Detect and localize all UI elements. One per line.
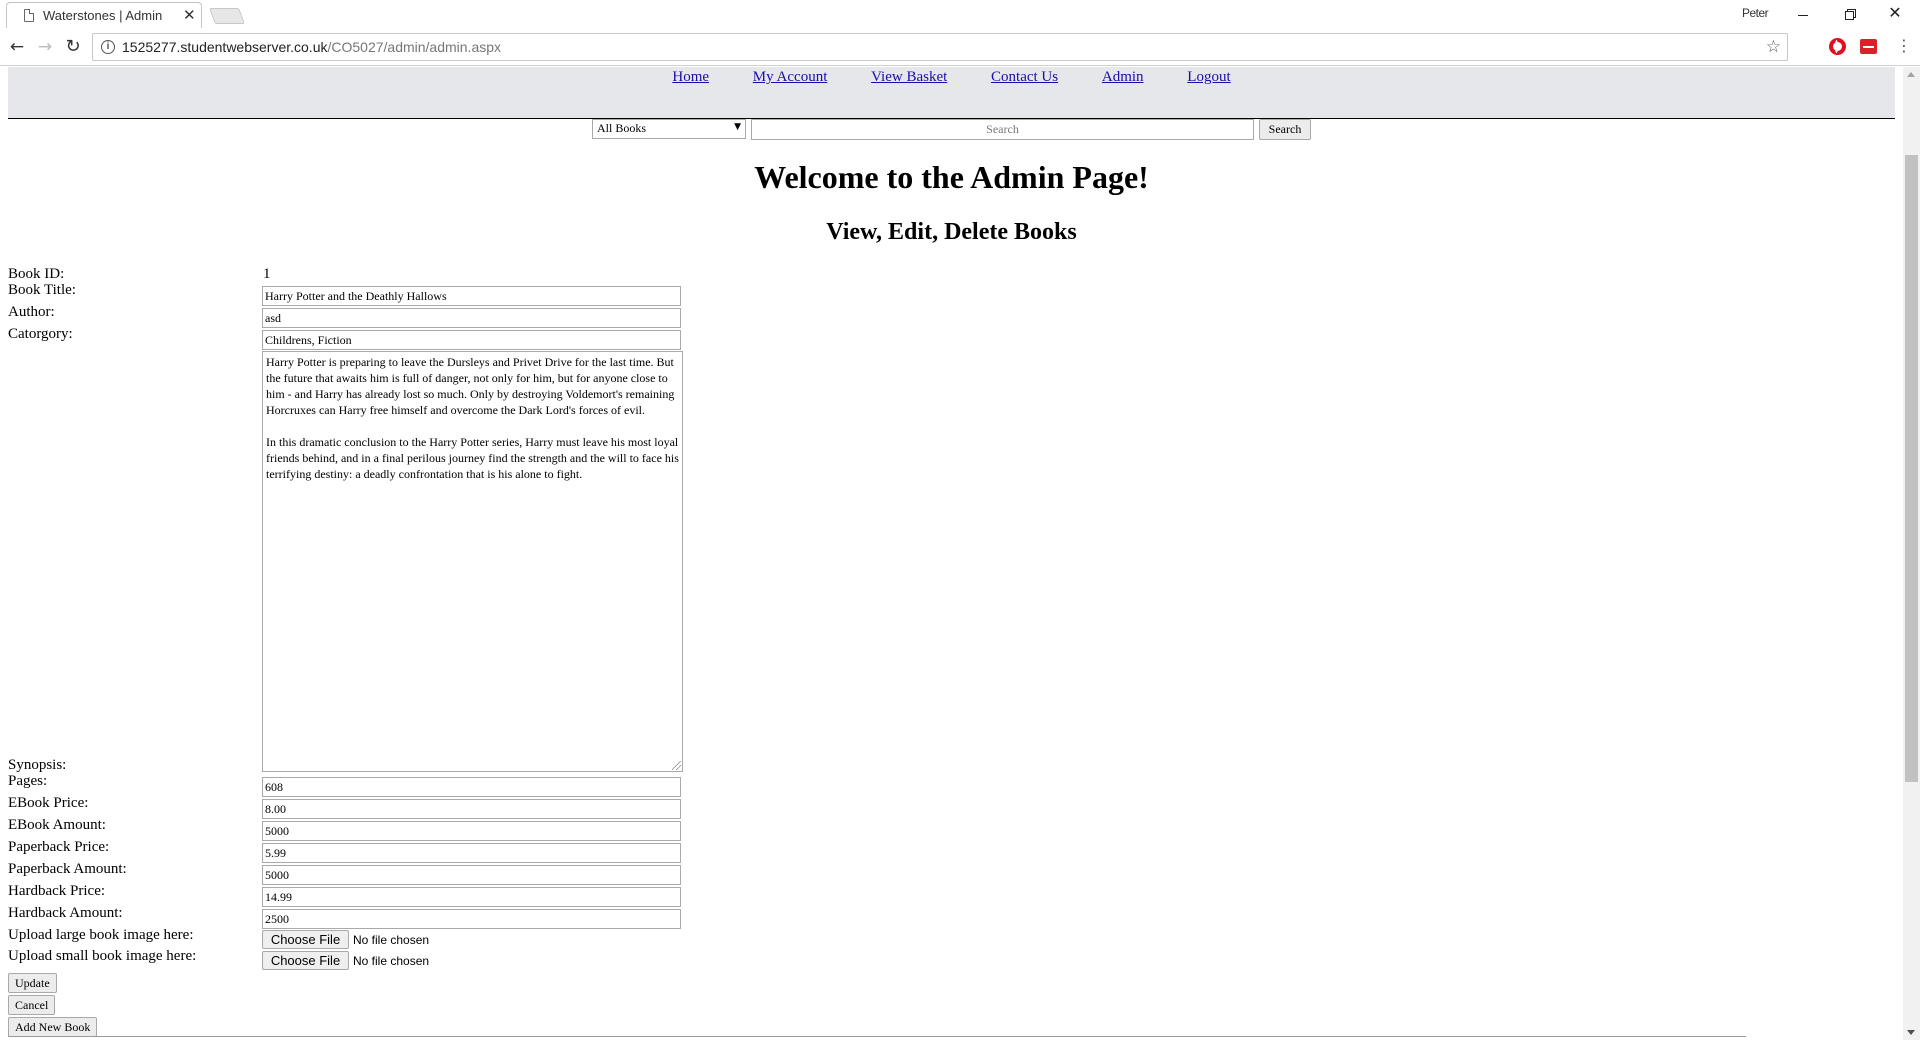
dropdown-arrow-icon: ▼: [734, 122, 741, 132]
label-upload-small: Upload small book image here:: [8, 948, 197, 964]
category-select[interactable]: All Books ▼: [592, 119, 746, 139]
tab-title: Waterstones | Admin: [43, 8, 163, 23]
address-bar[interactable]: i 1525277.studentwebserver.co.uk/CO5027/…: [92, 33, 1788, 61]
label-book-title: Book Title:: [8, 282, 76, 298]
small-image-status: No file chosen: [353, 954, 430, 968]
book-title-field[interactable]: Harry Potter and the Deathly Hallows: [262, 286, 681, 306]
search-button[interactable]: Search: [1259, 119, 1311, 140]
pages-field[interactable]: 608: [262, 777, 681, 797]
info-icon[interactable]: i: [101, 40, 115, 54]
book-id-value: 1: [263, 266, 271, 282]
nav-link-home[interactable]: Home: [672, 69, 709, 85]
label-pages: Pages:: [8, 773, 48, 789]
restore-button[interactable]: [1826, 0, 1872, 28]
label-upload-large: Upload large book image here:: [8, 927, 194, 943]
reload-icon[interactable]: ↻: [62, 36, 84, 58]
nav-link-admin[interactable]: Admin: [1102, 69, 1144, 85]
page-icon: [24, 9, 34, 22]
choose-small-image-button[interactable]: Choose File: [262, 951, 349, 970]
paperback-price-field[interactable]: 5.99: [262, 843, 681, 863]
new-tab-button[interactable]: [209, 8, 245, 24]
extension-icon[interactable]: [1860, 39, 1877, 54]
tab-close-icon[interactable]: ✕: [183, 6, 196, 24]
update-button[interactable]: Update: [8, 973, 57, 993]
choose-large-image-button[interactable]: Choose File: [262, 930, 349, 949]
hardback-price-field[interactable]: 14.99: [262, 887, 681, 907]
synopsis-paragraph: Harry Potter is preparing to leave the D…: [266, 355, 675, 417]
nav-link-contact-us[interactable]: Contact Us: [991, 69, 1058, 85]
restore-icon: [1844, 10, 1854, 20]
browser-menu-icon[interactable]: ⋮: [1896, 36, 1912, 56]
label-paperback-amount: Paperback Amount:: [8, 861, 127, 877]
scroll-down-icon[interactable]: [1907, 1030, 1915, 1035]
site-nav: Home My Account View Basket Contact Us A…: [8, 69, 1895, 86]
label-paperback-price: Paperback Price:: [8, 839, 110, 855]
window-close-button[interactable]: ✕: [1872, 0, 1918, 28]
add-new-book-button[interactable]: Add New Book: [8, 1017, 98, 1037]
label-author: Author:: [8, 304, 55, 320]
synopsis-paragraph: In this dramatic conclusion to the Harry…: [266, 435, 679, 481]
forward-arrow-icon[interactable]: →: [34, 36, 56, 58]
hardback-amount-field[interactable]: 2500: [262, 909, 681, 929]
ebook-price-field[interactable]: 8.00: [262, 799, 681, 819]
url-text[interactable]: 1525277.studentwebserver.co.uk/CO5027/ad…: [122, 39, 501, 55]
page-title: Welcome to the Admin Page!: [754, 159, 1149, 195]
label-hardback-amount: Hardback Amount:: [8, 905, 123, 921]
profile-name[interactable]: Peter: [1742, 6, 1769, 20]
synopsis-textarea[interactable]: Harry Potter is preparing to leave the D…: [262, 351, 683, 772]
url-domain: 1525277.studentwebserver.co.uk: [122, 39, 328, 55]
scroll-up-icon[interactable]: [1907, 72, 1915, 77]
minimize-button[interactable]: [1780, 0, 1826, 28]
nav-link-my-account[interactable]: My Account: [753, 69, 828, 85]
browser-tab[interactable]: Waterstones | Admin ✕: [6, 2, 202, 28]
back-arrow-icon[interactable]: ←: [6, 36, 28, 58]
site-header: Home My Account View Basket Contact Us A…: [8, 67, 1895, 119]
cancel-button[interactable]: Cancel: [8, 995, 56, 1015]
browser-toolbar: ← → ↻ i 1525277.studentwebserver.co.uk/C…: [0, 28, 1920, 66]
label-synopsis: Synopsis:: [8, 757, 67, 773]
opera-extension-icon[interactable]: [1829, 38, 1846, 55]
divider: [8, 1036, 1746, 1037]
bookmark-star-icon[interactable]: ☆: [1766, 37, 1781, 57]
paperback-amount-field[interactable]: 5000: [262, 865, 681, 885]
ebook-amount-field[interactable]: 5000: [262, 821, 681, 841]
page-subtitle: View, Edit, Delete Books: [826, 219, 1077, 245]
large-image-status: No file chosen: [353, 933, 430, 947]
browser-tab-bar: Waterstones | Admin ✕ Peter ✕: [0, 0, 1920, 28]
label-hardback-price: Hardback Price:: [8, 883, 106, 899]
page-scrollbar[interactable]: [1903, 67, 1920, 1040]
author-field[interactable]: asd: [262, 308, 681, 328]
label-ebook-price: EBook Price:: [8, 795, 89, 811]
page-viewport: Home My Account View Basket Contact Us A…: [0, 67, 1903, 1040]
category-select-value: All Books: [597, 121, 647, 135]
label-ebook-amount: EBook Amount:: [8, 817, 106, 833]
label-book-id: Book ID:: [8, 266, 65, 282]
minimize-icon: [1798, 14, 1808, 16]
nav-link-logout[interactable]: Logout: [1187, 69, 1230, 85]
label-category: Catorgory:: [8, 326, 73, 342]
scrollbar-thumb[interactable]: [1905, 155, 1918, 782]
resize-grip-icon[interactable]: [672, 761, 681, 770]
url-path: /CO5027/admin/admin.aspx: [327, 39, 502, 55]
search-input[interactable]: Search: [751, 119, 1254, 140]
category-field[interactable]: Childrens, Fiction: [262, 330, 681, 350]
nav-link-view-basket[interactable]: View Basket: [871, 69, 947, 85]
